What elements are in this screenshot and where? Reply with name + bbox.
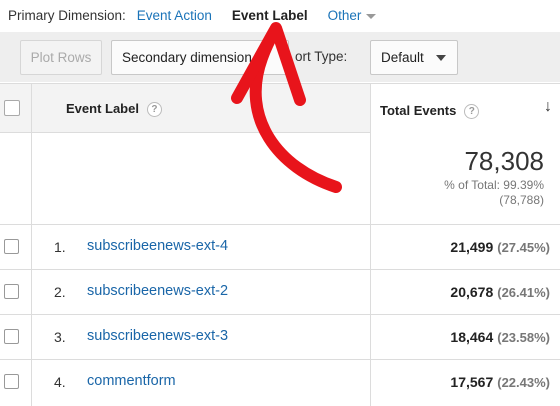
row-checkbox[interactable]: [4, 284, 19, 299]
total-events-value: 78,308: [464, 146, 544, 176]
row-total-cell: 21,499 (27.45%): [370, 225, 560, 270]
row-total-cell: 18,464 (23.58%): [370, 315, 560, 360]
table-row: 4. commentform 17,567 (22.43%): [0, 360, 560, 406]
row-checkbox[interactable]: [4, 329, 19, 344]
column-divider: [31, 315, 32, 360]
dimension-option-event-action[interactable]: Event Action: [137, 8, 212, 23]
column-divider: [31, 270, 32, 315]
dimension-option-other[interactable]: Other: [328, 8, 377, 23]
table-row: 1. subscribeenews-ext-4 21,499 (27.45%): [0, 225, 560, 270]
table-row: 2. subscribeenews-ext-2 20,678 (26.41%): [0, 270, 560, 315]
plot-rows-button[interactable]: Plot Rows: [20, 40, 102, 75]
row-checkbox[interactable]: [4, 374, 19, 389]
row-percent: (23.58%): [497, 330, 550, 345]
row-event-label-link[interactable]: subscribeenews-ext-4: [87, 238, 228, 254]
primary-dimension-bar: Primary Dimension: Event Action Event La…: [0, 0, 560, 30]
row-checkbox[interactable]: [4, 239, 19, 254]
row-event-label-link[interactable]: subscribeenews-ext-2: [87, 283, 228, 299]
column-divider: [31, 360, 32, 406]
row-event-label-link[interactable]: commentform: [87, 373, 176, 389]
row-percent: (22.43%): [497, 375, 550, 390]
row-value: 21,499: [450, 239, 494, 255]
secondary-dimension-button[interactable]: Secondary dimension: [111, 40, 289, 75]
help-icon[interactable]: ?: [464, 104, 480, 120]
row-percent: (26.41%): [497, 285, 550, 300]
column-divider: [31, 133, 32, 225]
row-value: 20,678: [450, 284, 494, 300]
row-total-cell: 20,678 (26.41%): [370, 270, 560, 315]
total-events-header-label: Total Events?: [380, 103, 480, 120]
total-events-header-text: Total Events: [380, 103, 457, 118]
sort-descending-icon[interactable]: ↓: [544, 98, 552, 116]
row-index: 2.: [54, 284, 66, 300]
row-percent: (27.45%): [497, 240, 550, 255]
percent-of-total: % of Total: 99.39%: [444, 178, 544, 192]
row-index: 1.: [54, 239, 66, 255]
primary-dimension-label: Primary Dimension:: [8, 7, 126, 23]
row-value: 17,567: [450, 374, 494, 390]
total-events-column-header[interactable]: Total Events? ↓: [370, 84, 560, 134]
absolute-total: (78,788): [499, 193, 544, 207]
sort-type-label: ort Type:: [295, 49, 348, 64]
help-icon[interactable]: ?: [146, 102, 162, 118]
row-index: 3.: [54, 329, 66, 345]
column-divider: [31, 225, 32, 270]
column-divider: [31, 84, 32, 132]
row-event-label-link[interactable]: subscribeenews-ext-3: [87, 328, 228, 344]
chevron-down-icon: [436, 55, 446, 61]
summary-total-cell: 78,308 % of Total: 99.39% (78,788): [370, 133, 560, 225]
row-value: 18,464: [450, 329, 494, 345]
chevron-down-icon: [366, 13, 377, 19]
sort-type-select[interactable]: Default: [370, 40, 458, 75]
event-label-column-header[interactable]: Event Label?: [66, 101, 162, 118]
table-header-row: Event Label? Total Events? ↓: [0, 83, 560, 134]
table-row: 3. subscribeenews-ext-3 18,464 (23.58%): [0, 315, 560, 360]
table-toolbar: Plot Rows Secondary dimension ort Type: …: [0, 32, 560, 82]
row-index: 4.: [54, 374, 66, 390]
row-total-cell: 17,567 (22.43%): [370, 360, 560, 406]
select-all-checkbox[interactable]: [4, 100, 20, 116]
dimension-option-event-label[interactable]: Event Label: [232, 8, 308, 23]
event-label-header-text: Event Label: [66, 101, 139, 116]
dimension-option-other-label: Other: [327, 7, 362, 23]
summary-row: 78,308 % of Total: 99.39% (78,788): [0, 133, 560, 225]
sort-type-value: Default: [381, 50, 424, 65]
